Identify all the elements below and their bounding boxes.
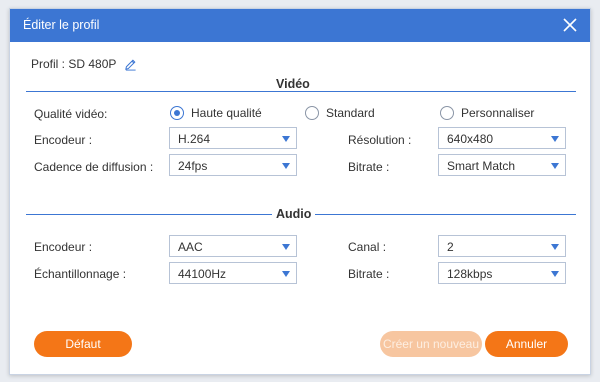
cancel-button[interactable]: Annuler [485, 331, 568, 357]
chevron-down-icon [551, 271, 559, 277]
radio-unchecked-icon [305, 106, 319, 120]
video-encoder-label: Encodeur : [34, 133, 93, 147]
framerate-value: 24fps [178, 159, 208, 173]
quality-standard-radio[interactable]: Standard [305, 106, 375, 120]
video-section-divider [26, 91, 576, 92]
chevron-down-icon [551, 136, 559, 142]
channel-value: 2 [447, 240, 454, 254]
quality-custom-label: Personnaliser [461, 106, 535, 120]
audio-encoder-select[interactable]: AAC [169, 235, 297, 257]
video-encoder-value: H.264 [178, 132, 211, 146]
framerate-select[interactable]: 24fps [169, 154, 297, 176]
profile-name: Profil : SD 480P [31, 57, 117, 71]
channel-select[interactable]: 2 [438, 235, 566, 257]
quality-custom-radio[interactable]: Personnaliser [440, 106, 534, 120]
chevron-down-icon [282, 136, 290, 142]
pencil-icon[interactable] [124, 58, 137, 71]
channel-label: Canal : [348, 240, 387, 254]
samplerate-select[interactable]: 44100Hz [169, 262, 297, 284]
samplerate-value: 44100Hz [178, 267, 227, 281]
audio-bitrate-select[interactable]: 128kbps [438, 262, 566, 284]
quality-high-label: Haute qualité [191, 106, 262, 120]
create-new-button[interactable]: Créer un nouveau [380, 331, 482, 357]
resolution-value: 640x480 [447, 132, 494, 146]
quality-standard-label: Standard [326, 106, 375, 120]
chevron-down-icon [551, 244, 559, 250]
video-bitrate-select[interactable]: Smart Match [438, 154, 566, 176]
framerate-label: Cadence de diffusion : [34, 160, 154, 174]
quality-high-radio[interactable]: Haute qualité [170, 106, 262, 120]
samplerate-label: Échantillonnage : [34, 267, 127, 281]
radio-checked-icon [170, 106, 184, 120]
audio-encoder-label: Encodeur : [34, 240, 93, 254]
close-icon[interactable] [561, 16, 579, 34]
video-bitrate-value: Smart Match [447, 159, 516, 173]
audio-bitrate-value: 128kbps [447, 267, 493, 281]
resolution-label: Résolution : [348, 133, 412, 147]
chevron-down-icon [282, 271, 290, 277]
dialog-title: Éditer le profil [23, 18, 100, 32]
chevron-down-icon [282, 244, 290, 250]
video-bitrate-label: Bitrate : [348, 160, 390, 174]
chevron-down-icon [282, 163, 290, 169]
edit-profile-dialog: Éditer le profil Profil : SD 480P Vidéo … [9, 8, 591, 375]
audio-encoder-value: AAC [178, 240, 203, 254]
resolution-select[interactable]: 640x480 [438, 127, 566, 149]
audio-bitrate-label: Bitrate : [348, 267, 390, 281]
radio-unchecked-icon [440, 106, 454, 120]
chevron-down-icon [551, 163, 559, 169]
audio-section-title: Audio [272, 207, 316, 221]
default-button[interactable]: Défaut [34, 331, 132, 357]
video-section-title: Vidéo [272, 77, 314, 91]
profile-row: Profil : SD 480P [31, 57, 137, 71]
video-quality-label: Qualité vidéo: [34, 107, 108, 121]
video-encoder-select[interactable]: H.264 [169, 127, 297, 149]
dialog-titlebar: Éditer le profil [10, 9, 590, 42]
